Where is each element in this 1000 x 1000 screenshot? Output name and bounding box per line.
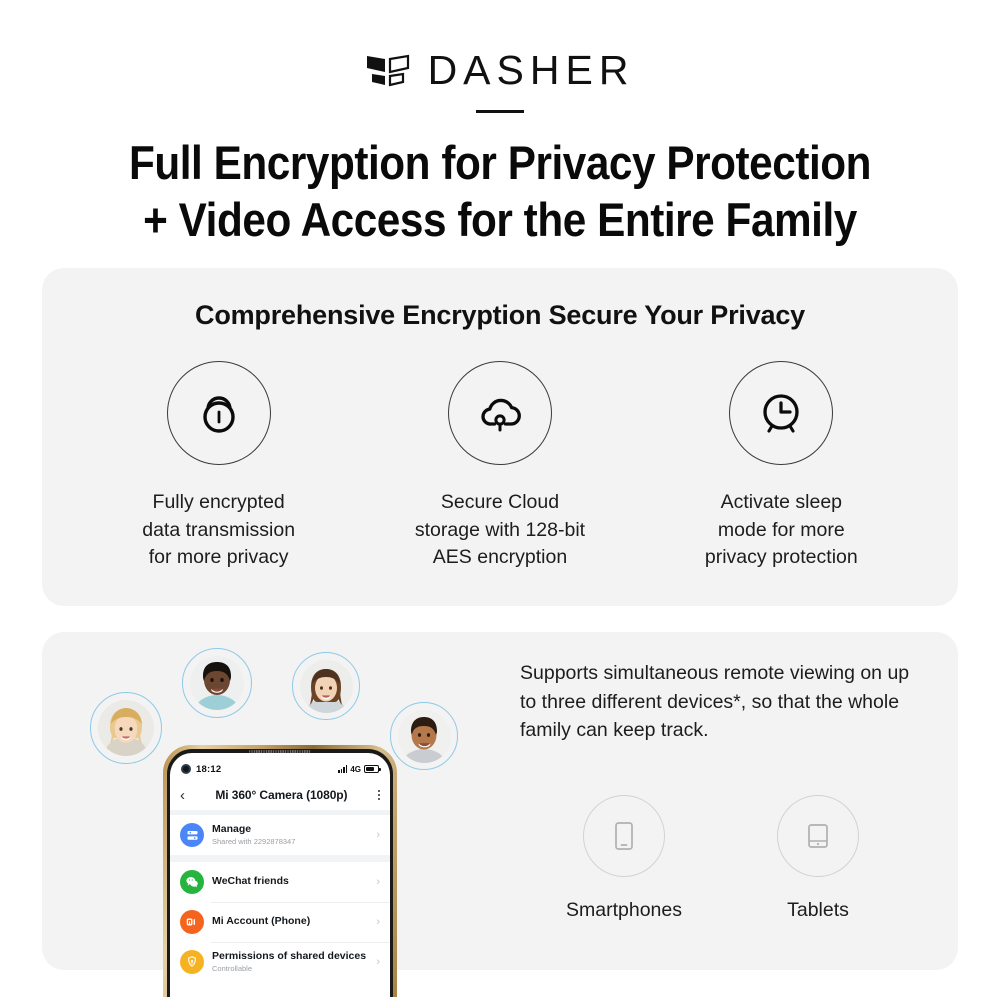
header-divider (476, 110, 524, 113)
supported-devices-list: Smartphones Tablets (520, 795, 912, 922)
padlock-icon-ring (166, 361, 271, 465)
padlock-icon (202, 396, 235, 433)
device-label: Tablets (787, 899, 849, 921)
list-item-text: WeChat friends (212, 875, 368, 888)
front-camera-icon (181, 764, 191, 774)
avatar-image (397, 709, 451, 763)
network-type-label: 4G (350, 764, 361, 774)
status-indicators: 4G (337, 764, 381, 774)
avatar-image (299, 659, 353, 713)
brand-logo: DASHER (0, 0, 1000, 91)
feature-caption: Fully encrypted data transmission for mo… (142, 491, 296, 569)
list-item-title: Permissions of shared devices (212, 950, 367, 963)
headline-line-1: Full Encryption for Privacy Protection (128, 136, 872, 189)
smartphone-icon (615, 822, 633, 850)
kebab-menu-icon[interactable] (377, 789, 380, 801)
encryption-card-title: Comprehensive Encryption Secure Your Pri… (195, 300, 805, 330)
signal-bars-icon (337, 765, 348, 773)
manage-glyph-icon (187, 830, 197, 840)
tablet-icon (808, 824, 828, 848)
feature-secure-cloud: Secure Cloud storage with 128-bit AES en… (375, 361, 625, 572)
list-item-subtitle: Controllable (212, 964, 253, 974)
avatar-woman-brunette (292, 652, 360, 720)
alarm-clock-icon (763, 394, 799, 433)
avatar-woman-blonde (90, 692, 162, 764)
device-label: Smartphones (566, 899, 682, 921)
list-item-wechat-friends[interactable]: WeChat friends › (170, 862, 390, 902)
avatar-image (190, 656, 244, 710)
avatar-image (98, 700, 154, 756)
battery-icon (364, 765, 381, 773)
device-smartphones: Smartphones (564, 795, 684, 922)
list-item-text: Mi Account (Phone) (212, 915, 368, 928)
avatar-young-man (390, 702, 458, 770)
mi-account-icon (180, 910, 204, 934)
list-separator (170, 855, 390, 862)
feature-encrypted-transmission: Fully encrypted data transmission for mo… (94, 361, 344, 572)
cloud-key-icon (481, 398, 521, 432)
share-options-list: Manage Shared with 2292878347 › WeChat f… (170, 810, 390, 982)
page-headline: Full Encryption for Privacy Protection +… (50, 135, 950, 249)
family-description: Supports simultaneous remote viewing on … (520, 662, 910, 742)
chevron-right-icon: › (376, 916, 380, 928)
chevron-right-icon: › (376, 829, 380, 841)
phone-bezel: 18:12 4G ‹ Mi 360° Camera (1080p) Manage… (167, 749, 393, 997)
list-item-title: WeChat friends (212, 875, 289, 888)
phone-mockup: 18:12 4G ‹ Mi 360° Camera (1080p) Manage… (163, 745, 397, 997)
manage-icon (180, 823, 204, 847)
alarm-clock-icon-ring (729, 361, 834, 465)
app-header: ‹ Mi 360° Camera (1080p) (170, 780, 390, 810)
list-item-mi-account[interactable]: Mi Account (Phone) › (170, 902, 390, 942)
avatar-man-dark (182, 648, 252, 718)
list-item-title: Manage (212, 823, 252, 836)
phone-statusbar: 18:12 4G (170, 758, 390, 780)
chevron-right-icon: › (376, 956, 380, 968)
feature-sleep-mode: Activate sleep mode for more privacy pro… (656, 361, 906, 572)
dasher-chevron-logo-icon (366, 54, 409, 86)
feature-caption: Secure Cloud storage with 128-bit AES en… (414, 491, 586, 569)
list-item-manage[interactable]: Manage Shared with 2292878347 › (170, 815, 390, 855)
smartphone-icon-ring (583, 795, 665, 877)
status-time: 18:12 (196, 763, 222, 775)
feature-caption: Activate sleep mode for more privacy pro… (704, 491, 858, 569)
mi-logo-icon (186, 918, 195, 926)
shield-permissions-icon (180, 950, 204, 974)
list-item-title: Mi Account (Phone) (212, 915, 311, 928)
wechat-glyph-icon (186, 877, 198, 888)
encryption-card: Comprehensive Encryption Secure Your Pri… (42, 268, 958, 606)
phone-screen: 18:12 4G ‹ Mi 360° Camera (1080p) Manage… (170, 753, 390, 997)
shield-glyph-icon (188, 956, 196, 967)
list-item-text: Manage Shared with 2292878347 (212, 823, 368, 847)
earpiece-speaker (249, 750, 311, 753)
list-item-text: Permissions of shared devices Controllab… (212, 950, 368, 974)
device-tablets: Tablets (758, 795, 878, 922)
list-item-subtitle: Shared with 2292878347 (212, 837, 296, 847)
headline-line-2: + Video Access for the Entire Family (143, 192, 857, 246)
wechat-icon (180, 870, 204, 894)
list-item-permissions[interactable]: Permissions of shared devices Controllab… (170, 942, 390, 982)
brand-name: DASHER (427, 47, 635, 93)
cloud-key-icon-ring (447, 361, 552, 465)
encryption-feature-list: Fully encrypted data transmission for mo… (42, 361, 958, 572)
tablet-icon-ring (777, 795, 859, 877)
app-title: Mi 360° Camera (1080p) (215, 788, 348, 802)
chevron-right-icon: › (376, 876, 380, 888)
